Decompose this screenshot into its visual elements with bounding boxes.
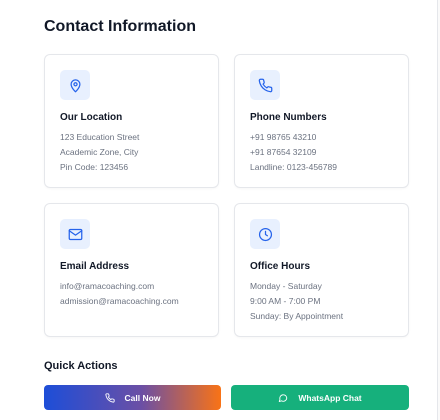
clock-icon: [250, 219, 280, 249]
phone-number[interactable]: Landline: 0123-456789: [250, 160, 337, 175]
hours-card: Office Hours Monday - Saturday 9:00 AM -…: [234, 203, 409, 337]
map-pin-icon: [60, 70, 90, 100]
phone-icon: [250, 70, 280, 100]
hours-line: 9:00 AM - 7:00 PM: [250, 296, 321, 306]
mail-icon: [60, 219, 90, 249]
quick-actions-title: Quick Actions: [44, 360, 118, 372]
address-line: 123 Education Street: [60, 132, 140, 142]
whatsapp-chat-button[interactable]: WhatsApp Chat: [231, 385, 409, 410]
phone-card: Phone Numbers +91 98765 43210 +91 87654 …: [234, 54, 409, 188]
call-now-button[interactable]: Call Now: [44, 385, 221, 410]
call-now-label: Call Now: [124, 392, 161, 403]
card-title: Email Address: [60, 261, 130, 272]
card-title: Phone Numbers: [250, 112, 327, 123]
location-card: Our Location 123 Education Street Academ…: [44, 54, 219, 188]
whatsapp-chat-label: WhatsApp Chat: [298, 392, 362, 403]
address-line: Pin Code: 123456: [60, 162, 129, 172]
section-title: Contact Information: [44, 18, 196, 35]
address-line: Academic Zone, City: [60, 147, 139, 157]
email-card: Email Address info@ramacoaching.com admi…: [44, 203, 219, 337]
email-link[interactable]: info@ramacoaching.com: [60, 279, 179, 294]
chat-bubble-icon: [278, 393, 288, 403]
hours-line: Monday - Saturday: [250, 281, 322, 291]
hours-line: Sunday: By Appointment: [250, 311, 344, 321]
phone-icon: [104, 392, 115, 403]
card-title: Our Location: [60, 112, 123, 123]
phone-number[interactable]: +91 87654 32109: [250, 145, 337, 160]
card-title: Office Hours: [250, 261, 311, 272]
phone-number[interactable]: +91 98765 43210: [250, 130, 337, 145]
email-link[interactable]: admission@ramacoaching.com: [60, 294, 179, 309]
